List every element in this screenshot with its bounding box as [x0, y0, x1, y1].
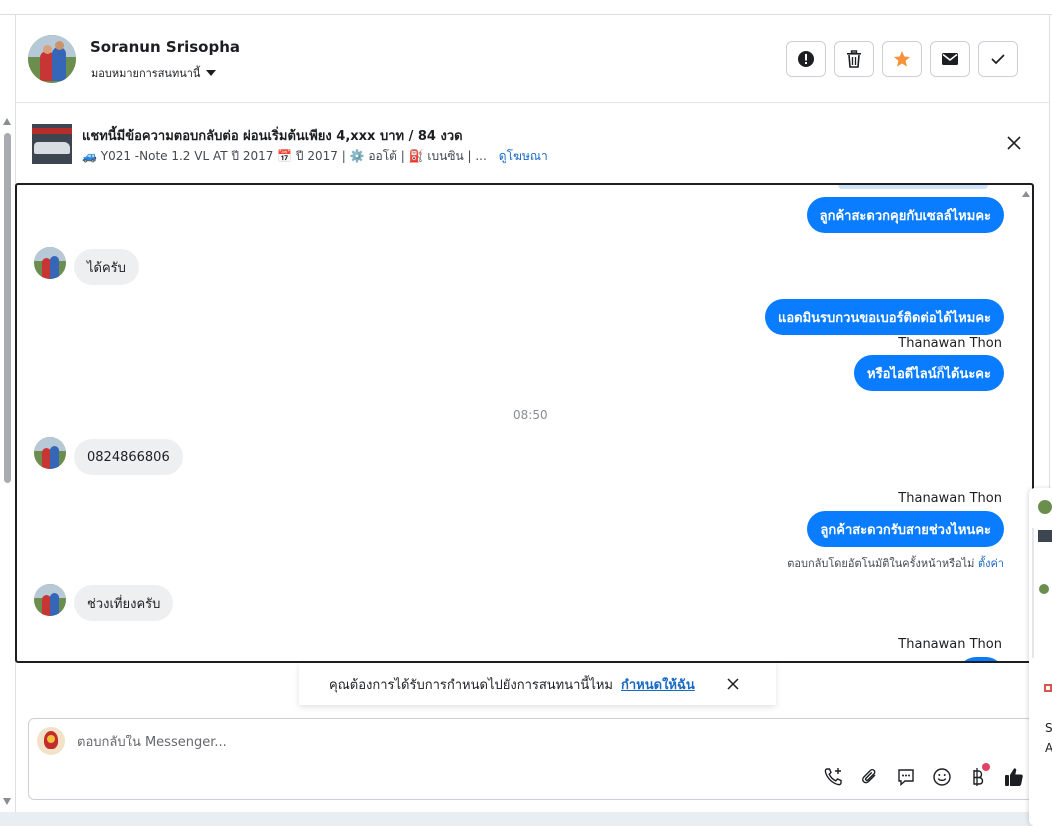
conversation-header: Soranun Srisopha มอบหมายการสนทนานี้ — [16, 15, 1049, 103]
mark-done-button[interactable] — [978, 41, 1018, 77]
contact-avatar-small — [1039, 584, 1049, 594]
payment-button[interactable] — [966, 763, 990, 789]
view-ad-link[interactable]: ดูโฆษณา — [499, 147, 548, 166]
outgoing-message[interactable]: แอดมินรบกวนขอเบอร์ติดต่อได้ไหมคะ — [764, 299, 1004, 335]
contact-avatar[interactable] — [28, 35, 76, 83]
scroll-thumb[interactable] — [4, 133, 11, 483]
auto-reply-text: ตอบกลับโดยอัตโนมัติในครั้งหน้าหรือไม่ — [787, 557, 975, 570]
panel-icon — [1044, 684, 1052, 692]
header-actions — [786, 41, 1018, 77]
contact-avatar-small — [34, 584, 66, 616]
star-button[interactable] — [882, 41, 922, 77]
like-icon — [1005, 768, 1023, 786]
page-scrollbar[interactable] — [0, 115, 14, 805]
saved-replies-button[interactable] — [894, 765, 918, 789]
emoji-button[interactable] — [930, 765, 954, 789]
delete-button[interactable] — [834, 41, 874, 77]
sender-name: Thanawan Thon — [898, 637, 1002, 652]
contact-name[interactable]: Soranun Srisopha — [90, 38, 240, 56]
contact-avatar-small — [34, 247, 66, 279]
message-thread[interactable]: ลูกค้าสะดวกคุยกับเซลล์ไหมคะ ได้ครับ แอดม… — [15, 183, 1034, 663]
star-icon — [894, 51, 910, 67]
mail-icon — [942, 53, 958, 65]
outgoing-message[interactable]: ลูกค้าสะดวกรับสายช่วงไหนคะ — [807, 511, 1004, 547]
attach-file-button[interactable] — [858, 765, 882, 789]
sender-name: Thanawan Thon — [898, 491, 1002, 506]
ad-context-banner: แชทนี้มีข้อความตอบกลับต่อ ผ่อนเริ่มต้นเพ… — [16, 104, 1049, 182]
side-panel-fragment[interactable]: S A — [1029, 488, 1052, 826]
ad-thumbnail[interactable] — [32, 124, 72, 164]
bottom-band — [0, 812, 1052, 826]
add-call-button[interactable] — [822, 765, 846, 789]
page-avatar — [37, 727, 65, 755]
attachment-icon — [862, 768, 876, 784]
exclamation-icon — [798, 51, 814, 67]
reply-input[interactable] — [77, 735, 677, 750]
incoming-message[interactable]: 0824866806 — [74, 439, 183, 475]
check-icon — [991, 54, 1005, 65]
auto-reply-note: ตอบกลับโดยอัตโนมัติในครั้งหน้าหรือไม่ ตั… — [787, 554, 1004, 572]
incoming-message[interactable]: ได้ครับ — [74, 249, 139, 285]
ad-details: 🚙 Y021 -Note 1.2 VL AT ปี 2017 📅 ปี 2017… — [82, 149, 487, 163]
sender-name: Thanawan Thon — [898, 336, 1002, 351]
chevron-down-icon — [206, 70, 217, 76]
scroll-down-arrow[interactable] — [3, 798, 11, 805]
add-call-icon — [824, 768, 842, 786]
assign-reminder-toast: คุณต้องการได้รับการกำหนดไปยังการสนทนานี้… — [299, 663, 776, 705]
mark-unread-button[interactable] — [930, 41, 970, 77]
ad-title: แชทนี้มีข้อความตอบกลับต่อ ผ่อนเริ่มต้นเพ… — [82, 129, 463, 144]
reply-composer — [28, 718, 1033, 800]
trash-icon — [847, 50, 861, 68]
panel-text-s: S — [1045, 721, 1052, 735]
like-button[interactable] — [1002, 765, 1026, 789]
incoming-message[interactable]: ช่วงเที่ยงครับ — [74, 585, 174, 621]
toast-text: คุณต้องการได้รับการกำหนดไปยังการสนทนานี้… — [329, 677, 613, 693]
assign-label: มอบหมายการสนทนานี้ — [91, 67, 201, 80]
report-spam-button[interactable] — [786, 41, 826, 77]
composer-toolbar — [822, 763, 1026, 789]
contact-avatar-small — [1038, 500, 1052, 514]
assign-to-me-link[interactable]: กำหนดให้ฉัน — [621, 674, 695, 695]
contact-avatar-small — [34, 437, 66, 469]
panel-divider — [1032, 528, 1034, 658]
assign-conversation-dropdown[interactable]: มอบหมายการสนทนานี้ — [91, 64, 217, 82]
outgoing-message[interactable]: ลูกค้าสะดวกคุยกับเซลล์ไหมคะ — [806, 197, 1004, 233]
scroll-up-arrow[interactable] — [1022, 191, 1030, 197]
message-timestamp: 08:50 — [513, 408, 548, 422]
ad-subtitle: 🚙 Y021 -Note 1.2 VL AT ปี 2017 📅 ปี 2017… — [82, 147, 548, 166]
ad-thumbnail-small — [1038, 530, 1052, 542]
outgoing-message[interactable]: หรือไอดีไลน์ก็ได้นะคะ — [854, 355, 1004, 391]
saved-replies-icon — [898, 769, 914, 787]
emoji-icon — [933, 768, 951, 786]
auto-reply-settings-link[interactable]: ตั้งค่า — [978, 557, 1004, 570]
close-icon[interactable] — [1005, 134, 1023, 152]
outgoing-message-partial[interactable] — [958, 657, 1004, 661]
panel-text-a: A — [1045, 741, 1052, 755]
partially-hidden-bubble — [838, 185, 988, 189]
scroll-up-arrow[interactable] — [3, 118, 11, 125]
notification-dot — [982, 763, 990, 771]
close-icon[interactable] — [726, 677, 740, 691]
